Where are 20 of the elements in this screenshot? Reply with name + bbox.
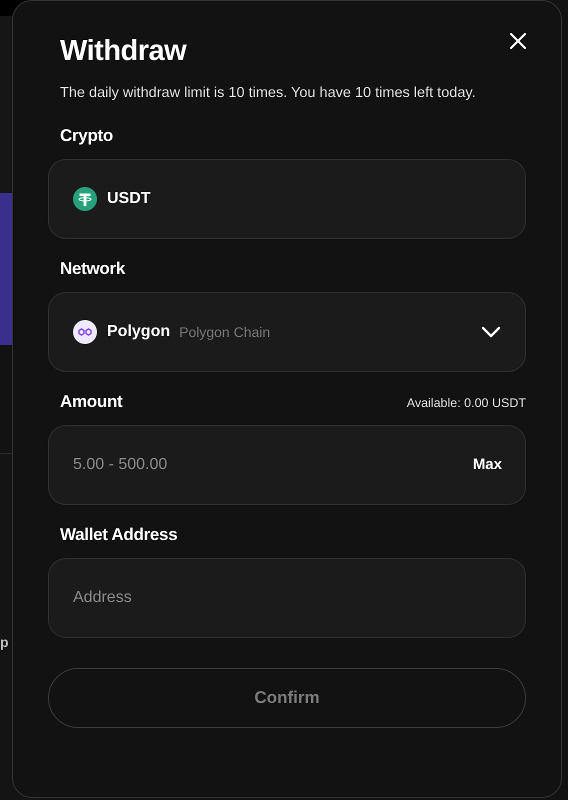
crypto-select[interactable]: USDT	[48, 159, 526, 239]
available-balance: Available: 0.00 USDT	[406, 396, 526, 410]
field-label: Crypto	[60, 126, 113, 146]
dialog-title: Withdraw	[60, 34, 186, 69]
field-label: Amount	[60, 392, 122, 412]
network-detail: Polygon Chain	[179, 324, 270, 340]
chevron-down-icon	[481, 326, 501, 338]
address-field[interactable]: Address	[48, 558, 526, 638]
network-select[interactable]: Polygon Polygon Chain	[48, 292, 526, 372]
max-button[interactable]: Max	[472, 456, 502, 473]
selected-value: Polygon	[107, 323, 170, 341]
close-button[interactable]	[509, 32, 527, 50]
field-label: Network	[60, 259, 125, 279]
tether-icon	[73, 187, 97, 211]
field-label: Wallet Address	[60, 525, 178, 545]
polygon-icon	[73, 320, 97, 344]
page-text: p	[0, 634, 9, 650]
selected-value: USDT	[107, 190, 151, 208]
close-icon	[509, 32, 527, 50]
limit-notice: The daily withdraw limit is 10 times. You have 10 times left today.	[60, 84, 477, 103]
